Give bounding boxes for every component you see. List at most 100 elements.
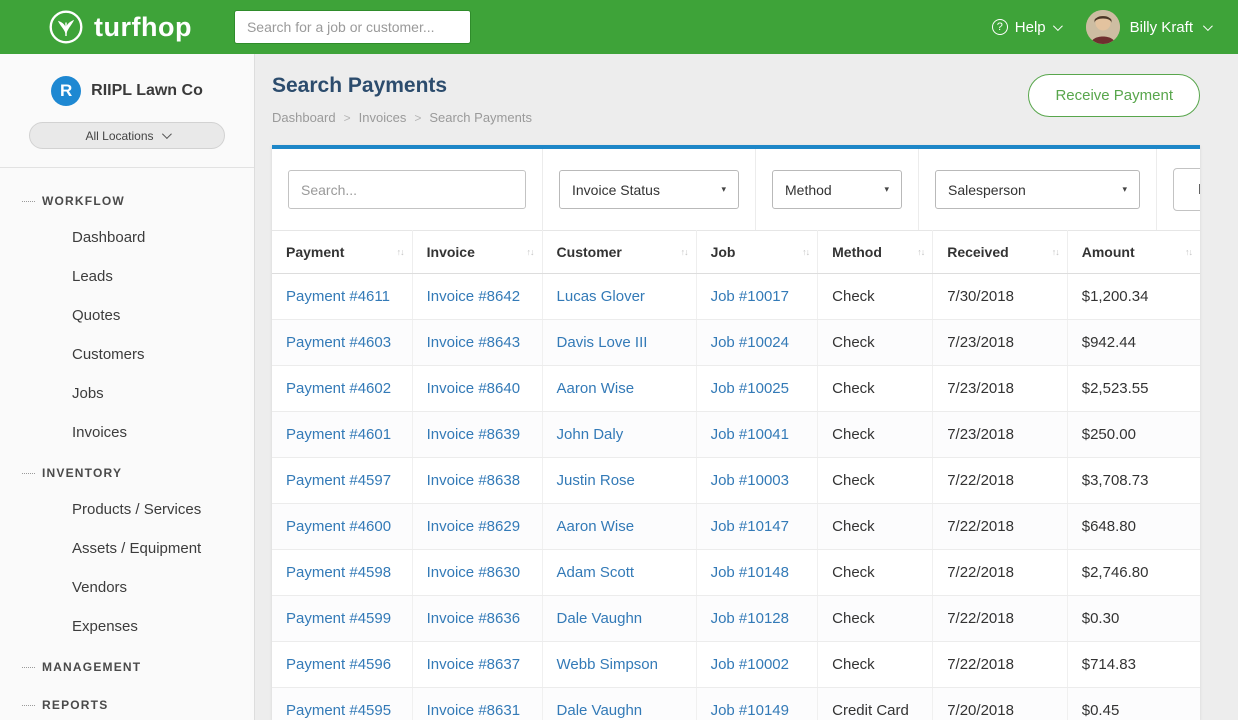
invoice-link[interactable]: Invoice #8640 (427, 380, 520, 397)
table-row: Payment #4596 Invoice #8637 Webb Simpson Jo… (272, 642, 1200, 688)
global-search-input[interactable] (234, 10, 471, 44)
payment-link[interactable]: Payment #4611 (286, 288, 390, 305)
job-link[interactable]: Job #10147 (711, 518, 789, 535)
sort-icon[interactable]: ↑↓ (1052, 247, 1059, 257)
sort-icon[interactable]: ↑↓ (917, 247, 924, 257)
sidebar-item-leads[interactable]: Leads (0, 257, 254, 296)
method-select[interactable]: Method ▾ (772, 170, 902, 209)
customer-link[interactable]: Aaron Wise (557, 380, 635, 397)
receive-payment-button[interactable]: Receive Payment (1028, 74, 1200, 117)
invoice-link[interactable]: Invoice #8638 (427, 472, 520, 489)
customer-cell: Aaron Wise (542, 366, 696, 412)
method-select-label: Method (785, 182, 832, 198)
customer-link[interactable]: John Daly (557, 426, 624, 443)
amount-cell: $250.00 (1067, 412, 1200, 458)
payment-link[interactable]: Payment #4601 (286, 426, 391, 443)
filter-button[interactable]: Filter (1173, 168, 1200, 211)
company-header: R RIIPL Lawn Co (0, 54, 254, 120)
location-selector[interactable]: All Locations (29, 122, 225, 149)
customer-link[interactable]: Webb Simpson (557, 656, 658, 673)
payment-cell: Payment #4597 (272, 458, 412, 504)
customer-link[interactable]: Dale Vaughn (557, 610, 643, 627)
nav-section-header: REPORTS (0, 690, 254, 720)
amount-cell: $648.80 (1067, 504, 1200, 550)
sort-icon[interactable]: ↑↓ (397, 247, 404, 257)
table-search-input[interactable] (288, 170, 526, 209)
job-link[interactable]: Job #10149 (711, 702, 789, 719)
invoice-link[interactable]: Invoice #8637 (427, 656, 520, 673)
payment-link[interactable]: Payment #4595 (286, 702, 391, 719)
invoice-link[interactable]: Invoice #8630 (427, 564, 520, 581)
brand-logo[interactable]: turfhop (48, 9, 192, 45)
received-cell: 7/23/2018 (933, 320, 1068, 366)
job-link[interactable]: Job #10041 (711, 426, 789, 443)
sidebar-item-products-services[interactable]: Products / Services (0, 490, 254, 529)
customer-link[interactable]: Dale Vaughn (557, 702, 643, 719)
invoice-link[interactable]: Invoice #8631 (427, 702, 520, 719)
column-header-amount[interactable]: Amount↑↓ (1067, 231, 1200, 274)
table-row: Payment #4597 Invoice #8638 Justin Rose Job… (272, 458, 1200, 504)
column-header-customer[interactable]: Customer↑↓ (542, 231, 696, 274)
job-link[interactable]: Job #10025 (711, 380, 789, 397)
job-link[interactable]: Job #10148 (711, 564, 789, 581)
sidebar-item-jobs[interactable]: Jobs (0, 374, 254, 413)
payment-link[interactable]: Payment #4597 (286, 472, 391, 489)
invoice-link[interactable]: Invoice #8636 (427, 610, 520, 627)
method-cell: Check (818, 366, 933, 412)
sidebar: R RIIPL Lawn Co All Locations WORKFLOW Da… (0, 54, 255, 720)
page-title: Search Payments (272, 74, 532, 98)
customer-link[interactable]: Adam Scott (557, 564, 635, 581)
sort-icon[interactable]: ↑↓ (802, 247, 809, 257)
customer-link[interactable]: Lucas Glover (557, 288, 645, 305)
nav-section: MANAGEMENT (0, 652, 254, 684)
sidebar-item-invoices[interactable]: Invoices (0, 413, 254, 452)
invoice-link[interactable]: Invoice #8643 (427, 334, 520, 351)
received-cell: 7/22/2018 (933, 550, 1068, 596)
breadcrumb-link[interactable]: Dashboard (272, 110, 336, 125)
column-header-job[interactable]: Job↑↓ (696, 231, 818, 274)
sort-icon[interactable]: ↑↓ (1185, 247, 1192, 257)
job-link[interactable]: Job #10017 (711, 288, 789, 305)
payment-link[interactable]: Payment #4599 (286, 610, 391, 627)
sidebar-item-assets-equipment[interactable]: Assets / Equipment (0, 529, 254, 568)
sidebar-item-vendors[interactable]: Vendors (0, 568, 254, 607)
invoice-link[interactable]: Invoice #8639 (427, 426, 520, 443)
payment-link[interactable]: Payment #4603 (286, 334, 391, 351)
payment-link[interactable]: Payment #4602 (286, 380, 391, 397)
invoice-cell: Invoice #8639 (412, 412, 542, 458)
customer-link[interactable]: Davis Love III (557, 334, 648, 351)
payments-table: Payment↑↓Invoice↑↓Customer↑↓Job↑↓Method↑… (272, 230, 1200, 720)
sidebar-item-quotes[interactable]: Quotes (0, 296, 254, 335)
tree-dash-icon (22, 705, 35, 706)
column-header-payment[interactable]: Payment↑↓ (272, 231, 412, 274)
nav-section-header: WORKFLOW (0, 186, 254, 218)
invoice-status-select[interactable]: Invoice Status ▾ (559, 170, 739, 209)
chevron-down-icon (161, 129, 171, 139)
customer-link[interactable]: Justin Rose (557, 472, 635, 489)
customer-link[interactable]: Aaron Wise (557, 518, 635, 535)
job-link[interactable]: Job #10002 (711, 656, 789, 673)
invoice-link[interactable]: Invoice #8629 (427, 518, 520, 535)
payment-link[interactable]: Payment #4600 (286, 518, 391, 535)
column-header-invoice[interactable]: Invoice↑↓ (412, 231, 542, 274)
sidebar-item-dashboard[interactable]: Dashboard (0, 218, 254, 257)
job-link[interactable]: Job #10128 (711, 610, 789, 627)
job-link[interactable]: Job #10003 (711, 472, 789, 489)
column-header-received[interactable]: Received↑↓ (933, 231, 1068, 274)
payment-link[interactable]: Payment #4596 (286, 656, 391, 673)
column-header-method[interactable]: Method↑↓ (818, 231, 933, 274)
job-link[interactable]: Job #10024 (711, 334, 789, 351)
salesperson-select[interactable]: Salesperson ▾ (935, 170, 1140, 209)
sort-icon[interactable]: ↑↓ (527, 247, 534, 257)
payment-link[interactable]: Payment #4598 (286, 564, 391, 581)
sidebar-item-expenses[interactable]: Expenses (0, 607, 254, 646)
sort-icon[interactable]: ↑↓ (681, 247, 688, 257)
help-menu[interactable]: ? Help (992, 19, 1060, 36)
user-menu[interactable]: Billy Kraft (1086, 10, 1210, 44)
job-cell: Job #10025 (696, 366, 818, 412)
breadcrumb-link[interactable]: Invoices (359, 110, 407, 125)
nav-section-label: WORKFLOW (42, 194, 125, 208)
sidebar-item-customers[interactable]: Customers (0, 335, 254, 374)
invoice-link[interactable]: Invoice #8642 (427, 288, 520, 305)
amount-cell: $942.44 (1067, 320, 1200, 366)
